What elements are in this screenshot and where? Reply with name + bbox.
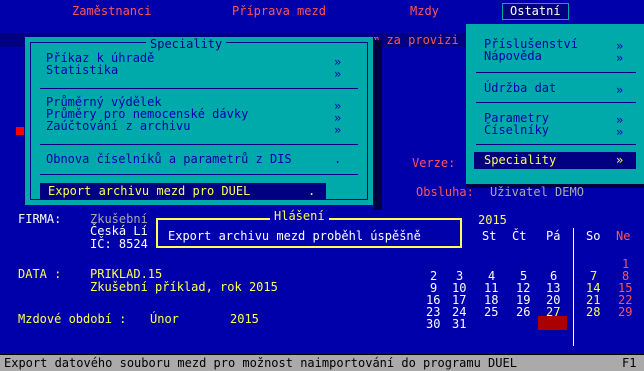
status-text: Export datového souboru mezd pro možnost…: [4, 356, 517, 370]
divider: [40, 144, 358, 145]
message-box-title: Hlášení: [270, 210, 329, 223]
menu-item-speciality[interactable]: Speciality »: [474, 152, 636, 169]
dialog-item-label: Export archivu mezd pro DUEL: [48, 184, 251, 198]
menu-item-udrzba-dat[interactable]: Údržba dat: [484, 82, 556, 95]
menu-priprava-mezd[interactable]: Příprava mezd: [232, 5, 326, 18]
menu-item-label: Speciality: [484, 153, 557, 167]
calendar-header-pa: Pá: [546, 229, 561, 243]
calendar-day[interactable]: 31: [452, 318, 466, 331]
calendar-header-ct: Čt: [512, 229, 527, 243]
calendar-day[interactable]: 28: [586, 306, 600, 319]
status-bar: Export datového souboru mezd pro možnost…: [0, 355, 644, 371]
message-box-text: Export archivu mezd proběhl úspěšně: [168, 229, 421, 243]
period-month: Únor: [150, 312, 179, 326]
dialog-item-export-archivu-duel[interactable]: Export archivu mezd pro DUEL .: [40, 183, 326, 199]
calendar-header-st: St: [482, 229, 497, 243]
chevron-right-icon: »: [334, 123, 342, 137]
chevron-right-icon: »: [616, 125, 624, 139]
dialog-item-zauctovani-z-archivu[interactable]: Zaúčtování z archivu: [46, 120, 191, 133]
dialog-item-marker: .: [308, 184, 316, 198]
chevron-right-icon: »: [616, 153, 624, 167]
chevron-right-icon: »: [334, 67, 342, 81]
help-key[interactable]: F1: [622, 357, 636, 370]
divider: [476, 72, 636, 73]
divider: [476, 144, 636, 145]
menu-bar: Zaměstnanci Příprava mezd Mzdy Ostatní: [0, 0, 644, 24]
period-label: Mzdové období :: [18, 312, 127, 326]
obsluha-value: Uživatel DEMO: [490, 185, 584, 199]
data-description: Zkušební příklad, rok 2015: [90, 280, 278, 294]
version-label: Verze:: [412, 156, 456, 170]
obsluha-label: Obsluha:: [416, 185, 474, 199]
menu-ostatni[interactable]: Ostatní: [502, 3, 569, 20]
dialog-item-marker: .: [334, 152, 342, 166]
calendar-header-ne: Ne: [616, 229, 631, 243]
divider: [40, 88, 358, 89]
dialog-item-statistika[interactable]: Statistika: [46, 64, 118, 77]
calendar-header-so: So: [586, 229, 601, 243]
menu-item-ciselniky[interactable]: Číselníky: [484, 124, 549, 137]
divider: [40, 174, 358, 175]
banner-text: m za provizi: [372, 33, 459, 47]
calendar-day[interactable]: 27: [546, 306, 560, 319]
calendar-separator: [573, 228, 574, 346]
divider: [476, 102, 636, 103]
period-year: 2015: [230, 312, 259, 326]
calendar-day[interactable]: 30: [426, 318, 440, 331]
firma-ic: IČ: 8524: [90, 237, 148, 251]
chevron-right-icon: »: [616, 83, 624, 97]
menu-zamestnanci[interactable]: Zaměstnanci: [72, 5, 151, 18]
menu-item-napoveda[interactable]: Nápověda: [484, 50, 542, 63]
red-marker: [16, 127, 24, 135]
dialog-title: Speciality: [146, 38, 227, 51]
shadow: [374, 40, 382, 210]
calendar-day[interactable]: 26: [516, 306, 530, 319]
chevron-right-icon: »: [616, 51, 624, 65]
data-label: DATA :: [18, 267, 62, 281]
dialog-item-obnova-ciselniku[interactable]: Obnova číselníků a parametrů z DIS: [46, 153, 292, 166]
firma-label: FIRMA:: [18, 212, 62, 226]
calendar-day[interactable]: 25: [484, 306, 498, 319]
calendar-day[interactable]: 29: [618, 306, 632, 319]
menu-mzdy[interactable]: Mzdy: [410, 5, 439, 18]
calendar-year: 2015: [478, 213, 507, 227]
